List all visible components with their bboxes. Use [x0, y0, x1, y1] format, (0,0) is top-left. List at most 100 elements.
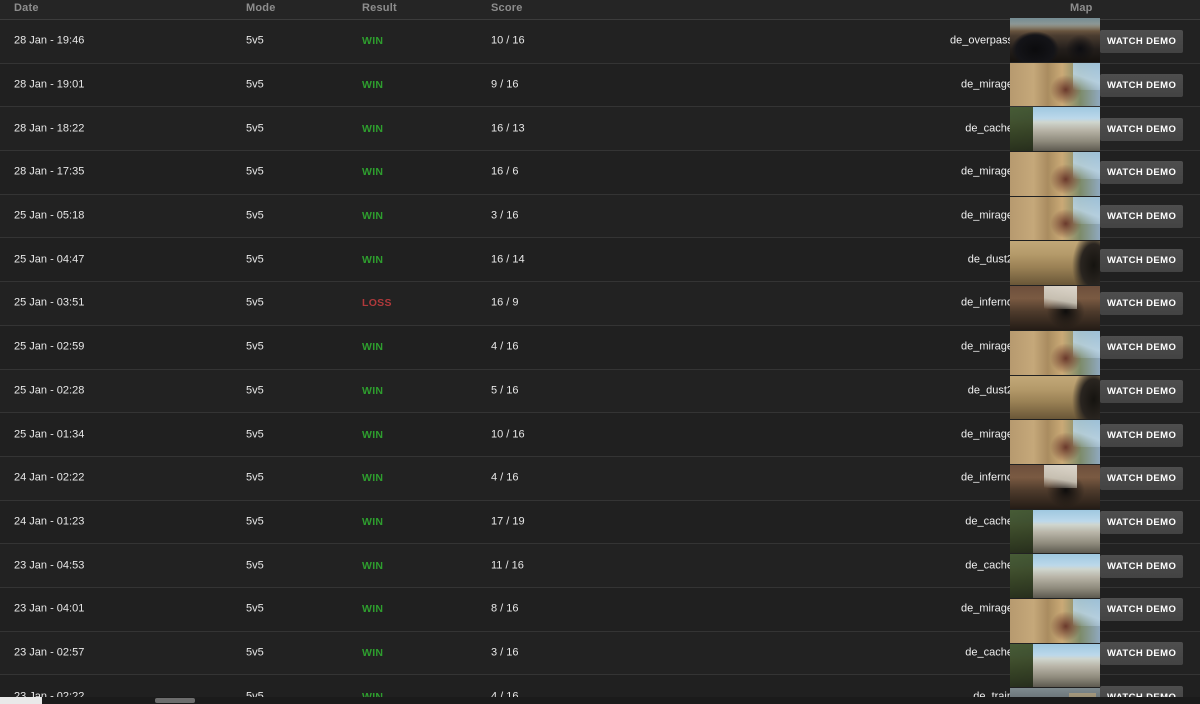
match-mode: 5v5	[246, 384, 264, 397]
match-date: 23 Jan - 04:01	[14, 602, 85, 615]
column-header-mode[interactable]: Mode	[246, 2, 276, 14]
watch-demo-slot: WATCH DEMO	[1100, 588, 1200, 632]
map-thumbnail-column	[1010, 18, 1100, 704]
match-score: 3 / 16	[491, 646, 519, 659]
column-header-score[interactable]: Score	[491, 2, 523, 14]
match-score: 16 / 9	[491, 296, 519, 309]
watch-demo-button[interactable]: WATCH DEMO	[1100, 467, 1184, 491]
match-score: 8 / 16	[491, 602, 519, 615]
map-thumbnail[interactable]	[1010, 598, 1100, 643]
match-score: 4 / 16	[491, 471, 519, 484]
match-mode: 5v5	[246, 78, 264, 91]
match-score: 5 / 16	[491, 384, 519, 397]
match-result: WIN	[362, 646, 384, 659]
match-date: 28 Jan - 19:01	[14, 78, 85, 91]
match-result: LOSS	[362, 297, 392, 310]
watch-demo-button[interactable]: WATCH DEMO	[1100, 248, 1184, 272]
match-date: 24 Jan - 02:22	[14, 471, 85, 484]
map-thumbnail[interactable]	[1010, 62, 1100, 107]
watch-demo-button[interactable]: WATCH DEMO	[1100, 554, 1184, 578]
match-mode: 5v5	[246, 209, 264, 222]
map-thumbnail-image	[1010, 509, 1100, 554]
match-result: WIN	[362, 471, 384, 484]
match-mode: 5v5	[246, 559, 264, 572]
match-score: 16 / 6	[491, 165, 519, 178]
match-map-name: de_cache	[965, 122, 1013, 135]
match-map-name: de_mirage	[961, 428, 1013, 441]
map-thumbnail[interactable]	[1010, 286, 1100, 330]
map-thumbnail[interactable]	[1010, 196, 1100, 241]
watch-demo-button[interactable]: WATCH DEMO	[1100, 205, 1184, 229]
match-score: 16 / 13	[491, 122, 525, 135]
map-thumbnail-image	[1010, 598, 1100, 643]
match-map-name: de_mirage	[961, 602, 1013, 615]
watch-demo-button[interactable]: WATCH DEMO	[1100, 379, 1184, 403]
watch-demo-button[interactable]: WATCH DEMO	[1100, 598, 1184, 622]
match-result: WIN	[362, 78, 384, 91]
watch-demo-button[interactable]: WATCH DEMO	[1100, 423, 1184, 447]
match-score: 10 / 16	[491, 34, 525, 47]
map-thumbnail[interactable]	[1010, 375, 1100, 420]
column-header-map[interactable]: Map	[1070, 2, 1093, 14]
match-result: WIN	[362, 35, 384, 48]
watch-demo-slot: WATCH DEMO	[1100, 20, 1200, 64]
map-thumbnail-image	[1010, 330, 1100, 375]
map-thumbnail[interactable]	[1010, 241, 1100, 286]
match-score: 4 / 16	[491, 340, 519, 353]
map-thumbnail-image	[1010, 241, 1100, 286]
watch-demo-slot: WATCH DEMO	[1100, 632, 1200, 676]
match-mode: 5v5	[246, 253, 264, 266]
map-thumbnail[interactable]	[1010, 107, 1100, 152]
map-thumbnail-image	[1010, 464, 1100, 509]
scrollbar-thumb[interactable]	[155, 698, 195, 703]
watch-demo-slot: WATCH DEMO	[1100, 457, 1200, 501]
map-thumbnail[interactable]	[1010, 420, 1100, 464]
map-thumbnail-image	[1010, 554, 1100, 598]
match-date: 25 Jan - 01:34	[14, 428, 85, 441]
map-thumbnail[interactable]	[1010, 509, 1100, 554]
watch-demo-button[interactable]: WATCH DEMO	[1100, 336, 1184, 360]
match-date: 24 Jan - 01:23	[14, 515, 85, 528]
map-thumbnail[interactable]	[1010, 643, 1100, 688]
watch-demo-button[interactable]: WATCH DEMO	[1100, 117, 1184, 141]
match-mode: 5v5	[246, 602, 264, 615]
match-mode: 5v5	[246, 340, 264, 353]
watch-demo-slot: WATCH DEMO	[1100, 282, 1200, 326]
match-mode: 5v5	[246, 165, 264, 178]
match-result: WIN	[362, 209, 384, 222]
match-map-name: de_mirage	[961, 209, 1013, 222]
watch-demo-slot: WATCH DEMO	[1100, 413, 1200, 457]
horizontal-scrollbar[interactable]	[0, 697, 1200, 704]
map-thumbnail[interactable]	[1010, 554, 1100, 598]
watch-demo-slot: WATCH DEMO	[1100, 151, 1200, 195]
map-thumbnail[interactable]	[1010, 18, 1100, 62]
watch-demo-button[interactable]: WATCH DEMO	[1100, 74, 1184, 98]
watch-demo-button[interactable]: WATCH DEMO	[1100, 641, 1184, 665]
watch-demo-slot: WATCH DEMO	[1100, 370, 1200, 414]
column-header-date[interactable]: Date	[14, 2, 39, 14]
map-thumbnail-image	[1010, 643, 1100, 688]
scrollbar-left-cap	[0, 697, 42, 704]
match-map-name: de_overpass	[950, 34, 1013, 47]
match-map-name: de_cache	[965, 559, 1013, 572]
match-date: 23 Jan - 02:57	[14, 646, 85, 659]
match-map-name: de_mirage	[961, 165, 1013, 178]
watch-demo-slot: WATCH DEMO	[1100, 501, 1200, 545]
map-thumbnail[interactable]	[1010, 152, 1100, 196]
match-mode: 5v5	[246, 428, 264, 441]
watch-demo-button[interactable]: WATCH DEMO	[1100, 30, 1184, 54]
watch-demo-slot: WATCH DEMO	[1100, 195, 1200, 239]
match-map-name: de_inferno	[961, 296, 1013, 309]
watch-demo-column: WATCH DEMO WATCH DEMO WATCH DEMO WATCH DEMO…	[1100, 20, 1200, 704]
watch-demo-button[interactable]: WATCH DEMO	[1100, 510, 1184, 534]
match-history-table: Date Mode Result Score Map 28 Jan - 19:4…	[0, 0, 1200, 704]
column-header-result[interactable]: Result	[362, 2, 397, 14]
watch-demo-button[interactable]: WATCH DEMO	[1100, 161, 1184, 185]
match-date: 25 Jan - 04:47	[14, 253, 85, 266]
map-thumbnail[interactable]	[1010, 330, 1100, 375]
map-thumbnail-image	[1010, 18, 1100, 62]
watch-demo-button[interactable]: WATCH DEMO	[1100, 292, 1184, 316]
match-date: 25 Jan - 02:59	[14, 340, 85, 353]
match-date: 25 Jan - 03:51	[14, 296, 85, 309]
map-thumbnail[interactable]	[1010, 464, 1100, 509]
